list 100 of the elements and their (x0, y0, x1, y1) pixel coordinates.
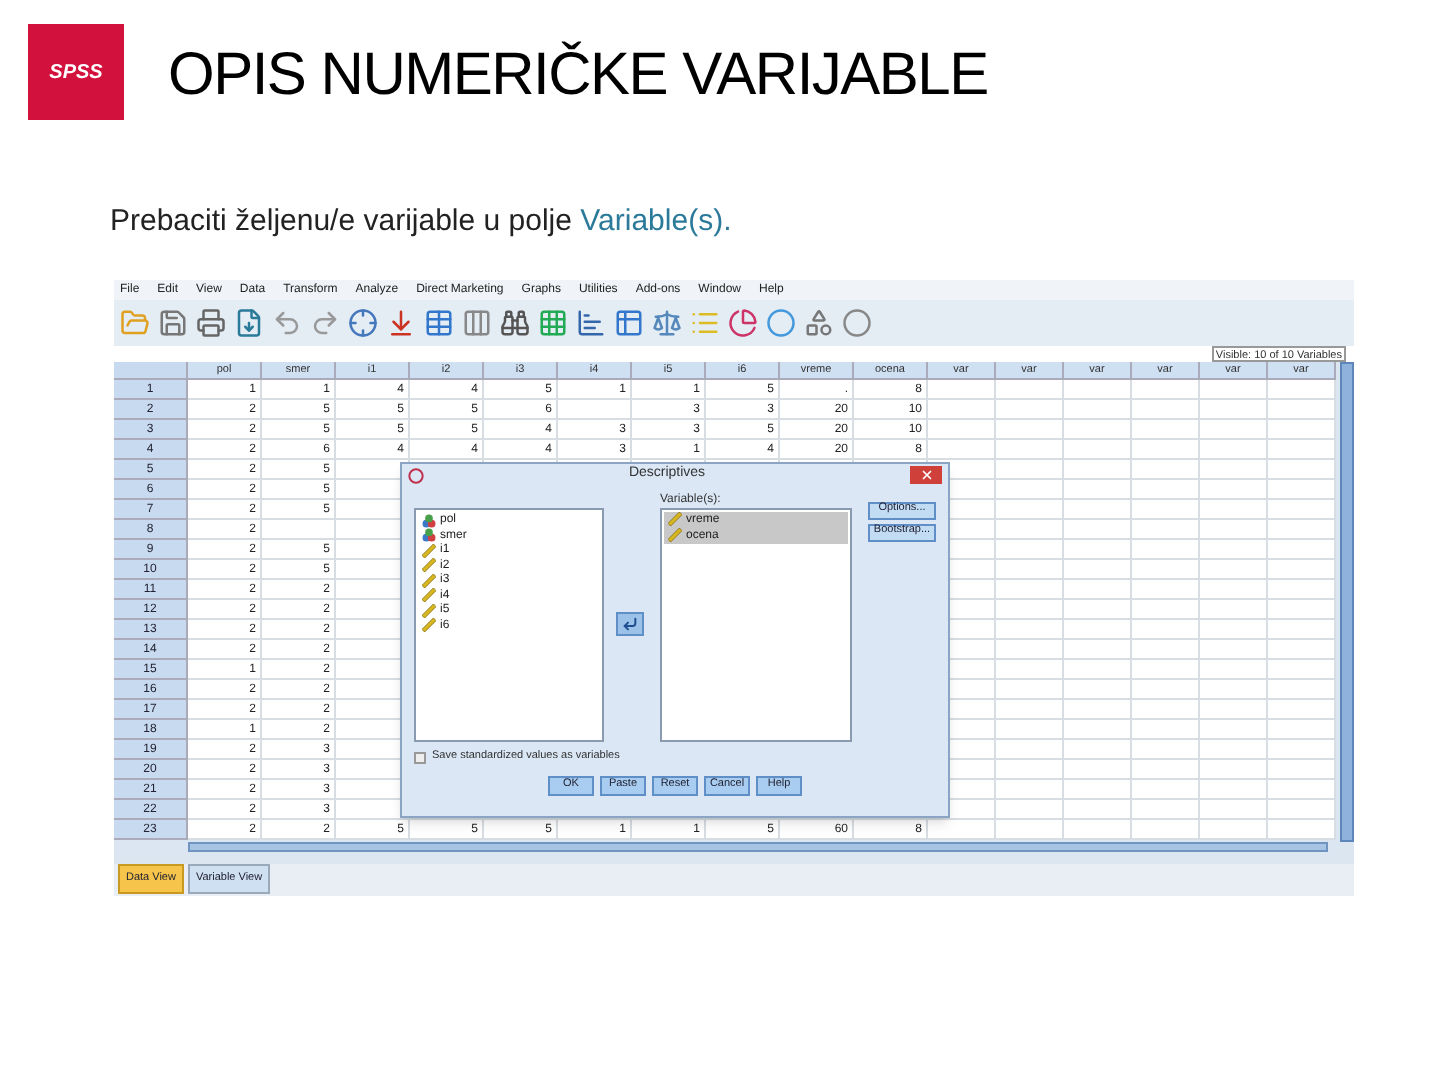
table-cell (996, 479, 1064, 499)
table-cell (1268, 539, 1336, 559)
table-icon[interactable] (424, 307, 454, 337)
redo-icon[interactable] (310, 307, 340, 337)
table-cell (996, 799, 1064, 819)
table-cell (1268, 379, 1336, 399)
shapes-icon[interactable] (804, 307, 834, 337)
table-cell (996, 599, 1064, 619)
table-cell (1064, 599, 1132, 619)
table-cell (996, 539, 1064, 559)
table-cell (1268, 559, 1336, 579)
table-cell (996, 719, 1064, 739)
table-cell (1064, 619, 1132, 639)
table-cell (1268, 619, 1336, 639)
table-cell (1132, 679, 1200, 699)
table-cell (1268, 819, 1336, 839)
pie-chart-icon[interactable] (728, 307, 758, 337)
table-cell (1200, 699, 1268, 719)
table-cell (262, 519, 336, 539)
table-cell (1268, 699, 1336, 719)
table-cell (996, 379, 1064, 399)
table-cell (1064, 779, 1132, 799)
table-cell (1200, 739, 1268, 759)
table-cell (1200, 779, 1268, 799)
return-arrow-icon (622, 616, 639, 632)
table-cell (1064, 559, 1132, 579)
table-cell (1064, 379, 1132, 399)
columns-icon[interactable] (462, 307, 492, 337)
printer-icon[interactable] (196, 307, 226, 337)
table-cell (1132, 759, 1200, 779)
table-cell (996, 399, 1064, 419)
chart-icon[interactable] (576, 307, 606, 337)
table-cell (1268, 419, 1336, 439)
table-cell (1064, 679, 1132, 699)
table-cell (1200, 459, 1268, 479)
split-table-icon[interactable] (614, 307, 644, 337)
circle-icon[interactable] (766, 307, 796, 337)
table-cell (996, 659, 1064, 679)
slide-title: OPIS NUMERIČKE VARIJABLE (168, 46, 988, 106)
file-download-icon[interactable] (234, 307, 264, 337)
table-cell (558, 399, 632, 419)
table-cell (996, 679, 1064, 699)
table-cell (1064, 539, 1132, 559)
table-cell (996, 759, 1064, 779)
table-cell (996, 419, 1064, 439)
table-cell (1200, 599, 1268, 619)
save-icon[interactable] (158, 307, 188, 337)
undo-icon[interactable] (272, 307, 302, 337)
table-cell (996, 819, 1064, 839)
close-button[interactable] (910, 466, 942, 484)
table-cell (996, 739, 1064, 759)
crosshair-icon[interactable] (348, 307, 378, 337)
table-cell (996, 639, 1064, 659)
table-cell (996, 779, 1064, 799)
table-cell (1200, 679, 1268, 699)
table-cell (1200, 559, 1268, 579)
table-cell (1200, 799, 1268, 819)
table-cell (1064, 739, 1132, 759)
table-cell (1268, 639, 1336, 659)
ring-icon[interactable] (842, 307, 872, 337)
table-cell (928, 399, 996, 419)
folder-icon[interactable] (120, 307, 150, 337)
binoculars-icon[interactable] (500, 307, 530, 337)
table-cell (1200, 419, 1268, 439)
vertical-scrollbar[interactable] (1340, 361, 1354, 841)
table-cell (1064, 579, 1132, 599)
horizontal-scrollbar[interactable] (188, 841, 1328, 851)
checkbox[interactable] (414, 751, 426, 763)
table-cell (1064, 419, 1132, 439)
table-cell (1268, 659, 1336, 679)
table-cell (996, 459, 1064, 479)
table-cell (1132, 639, 1200, 659)
table-cell (1132, 539, 1200, 559)
table-cell (1200, 619, 1268, 639)
table-cell (1268, 759, 1336, 779)
table-cell (996, 579, 1064, 599)
table-cell (1200, 379, 1268, 399)
table-cell (1200, 479, 1268, 499)
table-cell (1268, 799, 1336, 819)
table-cell (1064, 639, 1132, 659)
move-button[interactable] (616, 612, 645, 636)
table-cell (1200, 719, 1268, 739)
table-cell (1132, 739, 1200, 759)
arrow-down-icon[interactable] (386, 307, 416, 337)
table-cell (1064, 719, 1132, 739)
table-cell (1064, 399, 1132, 419)
table-cell (996, 499, 1064, 519)
table-cell (1064, 459, 1132, 479)
table-cell (1132, 419, 1200, 439)
table-cell (1200, 539, 1268, 559)
table-cell (1132, 459, 1200, 479)
scale-icon[interactable] (652, 307, 682, 337)
table-cell (928, 819, 996, 839)
table-cell (1132, 659, 1200, 679)
table-cell (1132, 699, 1200, 719)
table-cell (1268, 399, 1336, 419)
table-cell (1064, 479, 1132, 499)
table-cell (1200, 499, 1268, 519)
table-cell (1132, 579, 1200, 599)
table-cell (996, 519, 1064, 539)
